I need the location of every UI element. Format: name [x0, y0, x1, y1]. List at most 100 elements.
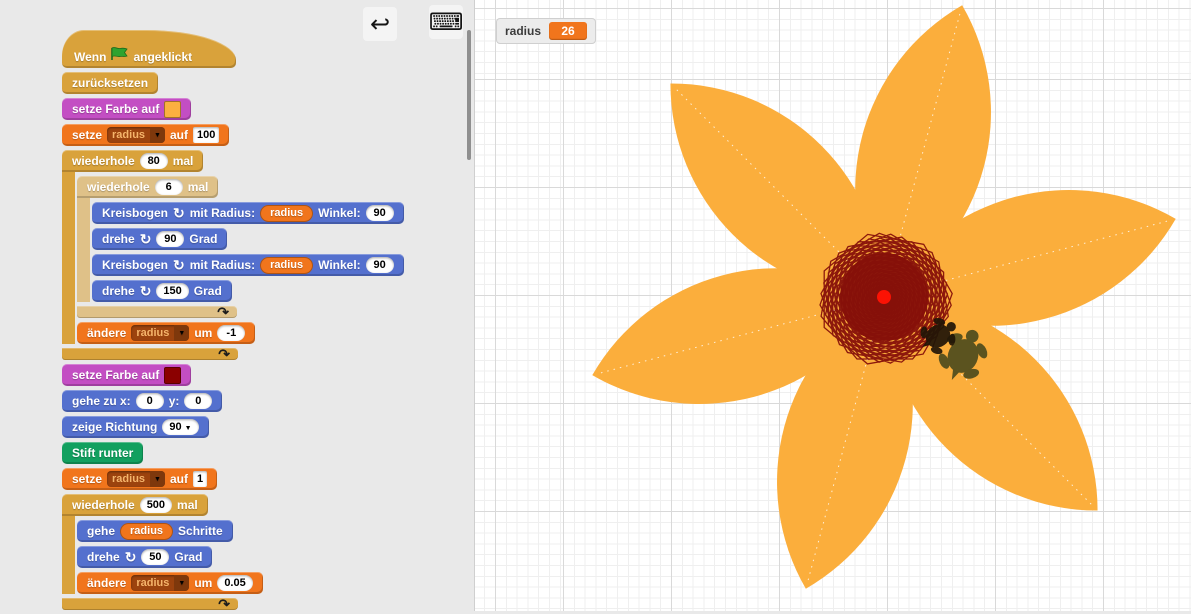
angle-label: Winkel:	[318, 258, 361, 272]
by-label: um	[194, 326, 212, 340]
block-point-direction[interactable]: zeige Richtung 90 ▼	[62, 416, 209, 438]
block-turn-90[interactable]: drehe ↻ 90 Grad	[92, 228, 227, 250]
set-color-label: setze Farbe auf	[72, 368, 159, 382]
variable-name: radius	[107, 473, 150, 485]
repeat-count-input[interactable]: 80	[140, 153, 168, 169]
block-arc-1[interactable]: Kreisbogen ↻ mit Radius: radius Winkel: …	[92, 202, 404, 224]
color-swatch-orange[interactable]	[164, 101, 181, 118]
block-turn-150[interactable]: drehe ↻ 150 Grad	[92, 280, 232, 302]
repeat-count-input[interactable]: 500	[140, 497, 172, 513]
block-move-steps[interactable]: gehe radius Schritte	[77, 520, 233, 542]
value-input[interactable]: -1	[217, 325, 245, 341]
variable-dropdown[interactable]: radius ▼	[131, 325, 189, 341]
degrees-input[interactable]: 90	[156, 231, 184, 247]
variable-name: radius	[131, 327, 174, 339]
repeat-80-bottom-arm[interactable]: ↷	[62, 348, 238, 360]
x-input[interactable]: 0	[136, 393, 164, 409]
turn-cw-icon: ↻	[125, 550, 137, 564]
block-arc-2[interactable]: Kreisbogen ↻ mit Radius: radius Winkel: …	[92, 254, 404, 276]
move-label: gehe	[87, 524, 115, 538]
radius-reporter[interactable]: radius	[260, 205, 313, 222]
y-input[interactable]: 0	[184, 393, 212, 409]
repeat-6-body: Kreisbogen ↻ mit Radius: radius Winkel: …	[77, 198, 404, 302]
repeat-500-block: wiederhole 500 mal gehe radius Schritte …	[62, 494, 263, 610]
variable-dropdown[interactable]: radius ▼	[107, 127, 165, 143]
loop-arrow-icon: ↷	[218, 599, 230, 609]
repeat-label: wiederhole	[72, 154, 135, 168]
repeat-500-body: gehe radius Schritte drehe ↻ 50 Grad änd…	[62, 516, 263, 594]
to-label: auf	[170, 128, 188, 142]
block-turn-50[interactable]: drehe ↻ 50 Grad	[77, 546, 212, 568]
block-change-radius-minus1[interactable]: ändere radius ▼ um -1	[77, 322, 255, 344]
repeat-500-bottom-arm[interactable]: ↷	[62, 598, 238, 610]
turn-label: drehe	[87, 550, 120, 564]
pen-down-label: Stift runter	[72, 446, 133, 460]
turn-cw-icon: ↻	[173, 258, 185, 272]
point-direction-label: zeige Richtung	[72, 420, 157, 434]
hat-block-when-flag-clicked[interactable]: Wenn angeklickt	[62, 30, 236, 68]
loop-arrow-icon: ↷	[217, 307, 229, 317]
change-label: ändere	[87, 576, 126, 590]
value-input[interactable]: 100	[193, 127, 219, 143]
watcher-name: radius	[505, 24, 541, 38]
scripting-pane: ↩ ⌨ Wenn angeklickt zurücksetzen setze F…	[0, 0, 474, 611]
arc-label: Kreisbogen	[102, 258, 168, 272]
repeat-80-body: wiederhole 6 mal Kreisbogen ↻ mit Radius…	[62, 172, 404, 344]
value-input[interactable]: 0.05	[217, 575, 252, 591]
variable-watcher-radius[interactable]: radius 26	[496, 18, 596, 44]
block-pen-down[interactable]: Stift runter	[62, 442, 143, 464]
direction-dropdown[interactable]: 90 ▼	[162, 419, 198, 435]
block-set-pen-color-orange[interactable]: setze Farbe auf	[62, 98, 191, 120]
scripts-scrollbar[interactable]	[467, 30, 471, 160]
variable-dropdown[interactable]: radius ▼	[107, 471, 165, 487]
repeat-500-header[interactable]: wiederhole 500 mal	[62, 494, 208, 516]
reset-label: zurücksetzen	[72, 76, 148, 90]
set-color-label: setze Farbe auf	[72, 102, 159, 116]
degrees-label: Grad	[174, 550, 202, 564]
repeat-label: wiederhole	[72, 498, 135, 512]
script-stack: Wenn angeklickt zurücksetzen setze Farbe…	[62, 30, 404, 614]
value-input[interactable]: 1	[193, 471, 207, 487]
repeat-80-header[interactable]: wiederhole 80 mal	[62, 150, 203, 172]
angle-input[interactable]: 90	[366, 257, 394, 273]
block-set-pen-color-darkred[interactable]: setze Farbe auf	[62, 364, 191, 386]
chevron-down-icon: ▼	[154, 132, 161, 139]
chevron-down-icon: ▼	[185, 425, 192, 432]
dropdown-tab: ▼	[174, 325, 189, 341]
degrees-input[interactable]: 50	[141, 549, 169, 565]
set-label: setze	[72, 128, 102, 142]
repeat-count-input[interactable]: 6	[155, 179, 183, 195]
keyboard-button[interactable]: ⌨	[429, 5, 463, 39]
chevron-down-icon: ▼	[154, 476, 161, 483]
degrees-label: Grad	[189, 232, 217, 246]
block-change-radius-005[interactable]: ändere radius ▼ um 0.05	[77, 572, 263, 594]
radius-reporter[interactable]: radius	[260, 257, 313, 274]
stage-drawing	[475, 0, 1191, 611]
radius-reporter[interactable]: radius	[120, 523, 173, 540]
times-label: mal	[173, 154, 194, 168]
degrees-input[interactable]: 150	[156, 283, 188, 299]
variable-dropdown[interactable]: radius ▼	[131, 575, 189, 591]
block-go-to-xy[interactable]: gehe zu x: 0 y: 0	[62, 390, 222, 412]
angle-label: Winkel:	[318, 206, 361, 220]
arc-label: Kreisbogen	[102, 206, 168, 220]
steps-label: Schritte	[178, 524, 223, 538]
block-reset[interactable]: zurücksetzen	[62, 72, 158, 94]
block-set-radius-100[interactable]: setze radius ▼ auf 100	[62, 124, 229, 146]
repeat-6-bottom-arm[interactable]: ↷	[77, 306, 237, 318]
stage: radius 26	[474, 0, 1191, 611]
degrees-label: Grad	[194, 284, 222, 298]
repeat-6-header[interactable]: wiederhole 6 mal	[77, 176, 218, 198]
variable-name: radius	[107, 129, 150, 141]
direction-value: 90	[169, 421, 181, 433]
keyboard-icon: ⌨	[429, 8, 464, 37]
times-label: mal	[188, 180, 209, 194]
green-flag-icon	[111, 47, 128, 64]
turn-cw-icon: ↻	[140, 284, 152, 298]
dropdown-tab: ▼	[150, 471, 165, 487]
angle-input[interactable]: 90	[366, 205, 394, 221]
turn-label: drehe	[102, 232, 135, 246]
block-set-radius-1[interactable]: setze radius ▼ auf 1	[62, 468, 217, 490]
dropdown-tab: ▼	[150, 127, 165, 143]
color-swatch-darkred[interactable]	[164, 367, 181, 384]
